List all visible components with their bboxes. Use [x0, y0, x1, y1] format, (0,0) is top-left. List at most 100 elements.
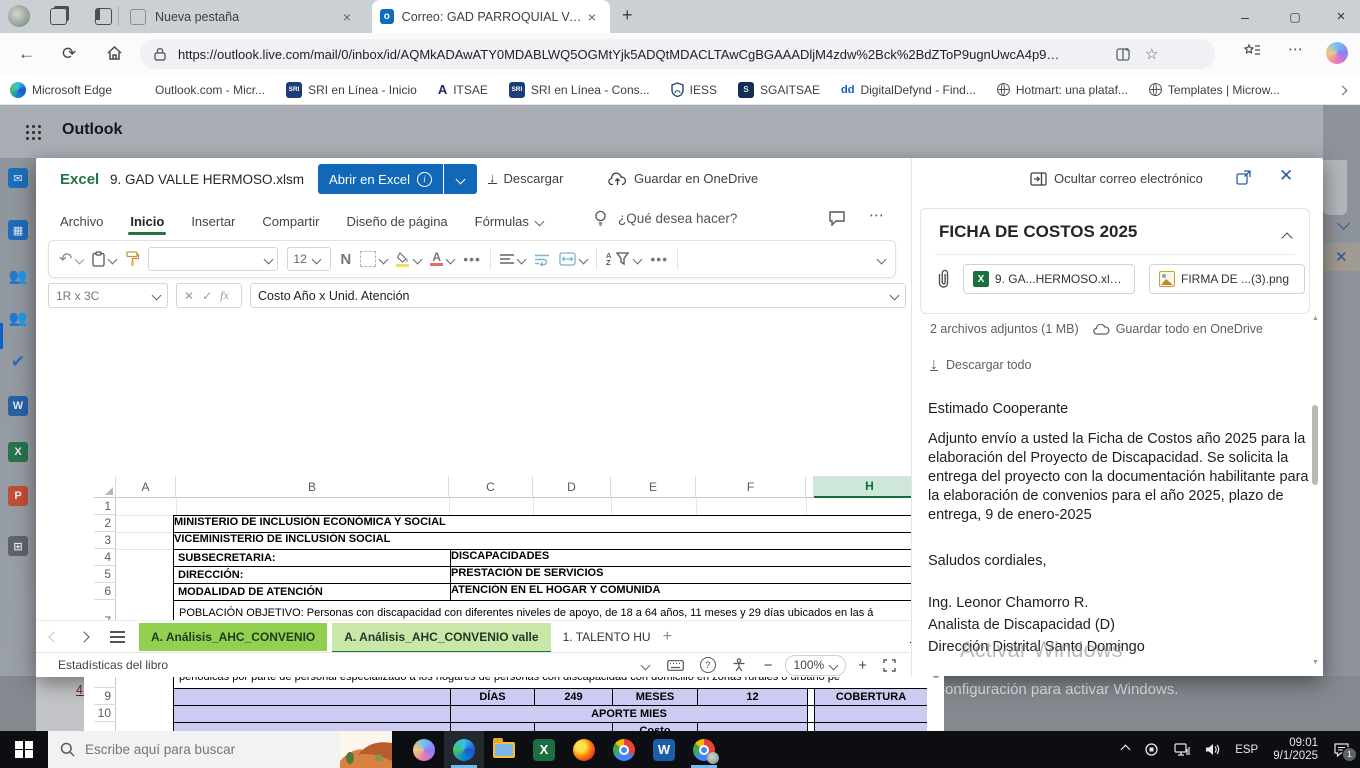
- keyboard-icon[interactable]: [667, 660, 684, 671]
- comments-icon[interactable]: [828, 210, 846, 226]
- close-preview-icon[interactable]: ✕: [1279, 166, 1293, 186]
- window-maximize-button[interactable]: ▢: [1272, 0, 1318, 33]
- ribbon-more-icon[interactable]: ⋯: [869, 206, 885, 224]
- row-header-2[interactable]: 2: [94, 515, 116, 532]
- font-more-icon[interactable]: •••: [463, 251, 481, 267]
- fullscreen-icon[interactable]: [883, 659, 896, 672]
- column-header-a[interactable]: A: [116, 476, 176, 498]
- volume-icon[interactable]: [1205, 743, 1220, 756]
- app-launcher-icon[interactable]: [26, 125, 29, 128]
- home-icon[interactable]: [106, 45, 123, 61]
- popout-icon[interactable]: [1236, 170, 1251, 185]
- tab-archivo[interactable]: Archivo: [60, 214, 103, 229]
- bookmark-item[interactable]: SSGAITSAE: [738, 82, 820, 98]
- cell-dias-value[interactable]: 249: [534, 689, 612, 706]
- row-header-10[interactable]: 10: [94, 705, 116, 722]
- sheet-list-icon[interactable]: [110, 628, 125, 646]
- sheet-tab-2-active[interactable]: A. Análisis_AHC_CONVENIO valle: [332, 623, 550, 651]
- notification-center-icon[interactable]: 1: [1333, 742, 1350, 758]
- refresh-icon[interactable]: ⟳: [62, 44, 76, 64]
- tab-stack-icon[interactable]: [50, 8, 67, 25]
- cell-aporte-mies[interactable]: APORTE MIES: [450, 706, 807, 723]
- close-x-icon[interactable]: ✕: [1335, 248, 1348, 266]
- more-apps-icon[interactable]: ⊞: [8, 536, 28, 556]
- cell-subsecretaria-label[interactable]: SUBSECRETARIA:: [174, 550, 450, 567]
- taskbar-excel-icon[interactable]: X: [524, 731, 564, 768]
- undo-button[interactable]: ↶: [59, 249, 83, 269]
- taskbar-word-icon[interactable]: W: [644, 731, 684, 768]
- taskbar-chrome-icon[interactable]: [604, 731, 644, 768]
- outlook-app-name[interactable]: Outlook: [62, 121, 122, 139]
- row-header-6[interactable]: 6: [94, 583, 116, 600]
- open-options-dropdown[interactable]: [444, 164, 477, 194]
- taskbar-chrome-profile-icon[interactable]: [684, 731, 724, 768]
- attachment-chip-xlsm[interactable]: X 9. GA...HERMOSO.xlsm: [963, 264, 1135, 294]
- font-size-select[interactable]: 12: [287, 247, 331, 271]
- word-icon[interactable]: W: [8, 396, 28, 416]
- cell-meses-value[interactable]: 12: [697, 689, 807, 706]
- tab-compartir[interactable]: Compartir: [262, 214, 319, 229]
- row-header-5[interactable]: 5: [94, 566, 116, 583]
- zoom-out-icon[interactable]: −: [764, 657, 773, 674]
- vertical-tabs-icon[interactable]: [95, 8, 112, 25]
- row-header-9[interactable]: 9: [94, 688, 116, 705]
- bookmark-item[interactable]: SRISRI en Línea - Cons...: [509, 82, 650, 98]
- cell-modalidad-value[interactable]: ATENCIÓN EN EL HOGAR Y COMUNIDA: [450, 584, 927, 601]
- row-header-3[interactable]: 3: [94, 532, 116, 549]
- bookmark-item[interactable]: Templates | Microw...: [1149, 83, 1280, 97]
- download-all-button[interactable]: ↓ Descargar todo: [930, 358, 1031, 372]
- attachment-chip-png[interactable]: FIRMA DE ...(3).png: [1149, 264, 1305, 294]
- cell-meses-label[interactable]: MESES: [612, 689, 697, 706]
- browser-menu-icon[interactable]: ⋯: [1288, 40, 1304, 58]
- taskbar-explorer-icon[interactable]: [484, 731, 524, 768]
- column-header-b[interactable]: B: [176, 476, 449, 498]
- column-header-e[interactable]: E: [611, 476, 696, 498]
- bold-button[interactable]: N: [340, 251, 351, 268]
- groups-icon[interactable]: 👥: [8, 308, 28, 328]
- taskbar-edge-icon[interactable]: [444, 731, 484, 768]
- cell-gap[interactable]: [807, 706, 815, 723]
- cell-modalidad-label[interactable]: MODALIDAD DE ATENCIÓN: [174, 584, 450, 601]
- download-button[interactable]: ↓ Descargar: [488, 171, 563, 186]
- excel-icon[interactable]: X: [8, 442, 28, 462]
- cell-direccion-label[interactable]: DIRECCIÓN:: [174, 567, 450, 584]
- cell-direccion-value[interactable]: PRESTACIÓN DE SERVICIOS: [450, 567, 927, 584]
- todo-check-icon[interactable]: ✔: [8, 352, 28, 372]
- column-header-h[interactable]: H: [814, 476, 926, 498]
- start-button[interactable]: [0, 731, 48, 768]
- tab-diseno[interactable]: Diseño de página: [346, 214, 447, 229]
- taskbar-search-box[interactable]: [48, 731, 392, 768]
- bookmark-item[interactable]: IESS: [671, 82, 717, 97]
- bookmark-item[interactable]: Microsoft Edge: [10, 82, 112, 98]
- sheet-tabs-prev-icon[interactable]: [50, 628, 58, 646]
- people-icon[interactable]: 👥: [8, 266, 28, 286]
- paste-button[interactable]: [92, 251, 116, 267]
- bookmark-item[interactable]: Hotmart: una plataf...: [997, 83, 1128, 97]
- save-onedrive-button[interactable]: Guardar en OneDrive: [608, 171, 758, 186]
- font-color-button[interactable]: A: [430, 252, 454, 266]
- help-icon[interactable]: ?: [700, 657, 716, 673]
- window-minimize-button[interactable]: –: [1222, 0, 1268, 33]
- search-highlight-image[interactable]: [340, 731, 392, 768]
- tab-inicio[interactable]: Inicio: [130, 214, 164, 229]
- scroll-down-icon[interactable]: ▼: [1312, 659, 1319, 666]
- cell-merged-title1[interactable]: MINISTERIO DE INCLUSIÓN ECONÓMICA Y SOCI…: [174, 516, 927, 533]
- window-close-button[interactable]: ×: [1318, 0, 1360, 33]
- ribbon-collapse-chevron[interactable]: [878, 250, 885, 268]
- name-box[interactable]: 1R x 3C: [48, 283, 168, 308]
- toolbar-more-icon[interactable]: •••: [650, 251, 668, 267]
- bookmark-item[interactable]: SRISRI en Línea - Inicio: [286, 82, 417, 98]
- cell-merged-title2[interactable]: VICEMINISTERIO DE INCLUSIÓN SOCIAL: [174, 533, 927, 550]
- bookmark-item[interactable]: ddDigitalDefynd - Find...: [841, 83, 976, 97]
- taskbar-copilot-icon[interactable]: [404, 731, 444, 768]
- back-icon[interactable]: ←: [18, 44, 35, 64]
- scroll-up-icon[interactable]: ▲: [1312, 315, 1319, 322]
- merge-center-button[interactable]: [559, 252, 587, 266]
- tab-insertar[interactable]: Insertar: [191, 214, 235, 229]
- font-name-select[interactable]: [148, 247, 278, 271]
- sheet-tabs-next-icon[interactable]: [80, 628, 88, 646]
- grid-corner[interactable]: [94, 476, 116, 498]
- url-input[interactable]: [176, 46, 1110, 63]
- accessibility-icon[interactable]: [732, 658, 746, 672]
- save-all-onedrive-button[interactable]: Guardar todo en OneDrive: [1093, 322, 1263, 336]
